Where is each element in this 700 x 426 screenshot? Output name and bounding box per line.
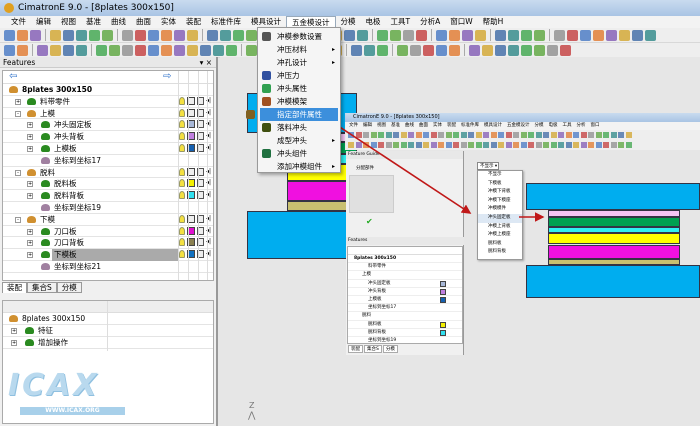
menu-item-1[interactable]: 冲压材料 ▸ bbox=[258, 43, 340, 56]
submenu-arrow-icon: ▸ bbox=[331, 137, 335, 144]
menu-item-label: 指定部件属性 bbox=[277, 110, 322, 119]
menu-item-0[interactable]: 冲模参数设置 bbox=[258, 30, 340, 43]
submenu-arrow-icon: ▸ bbox=[331, 163, 335, 170]
punch-icon bbox=[262, 84, 271, 93]
menu-item-8[interactable]: 成型冲头 ▸ bbox=[258, 134, 340, 147]
menu-item-label: 冲模模架 bbox=[277, 97, 307, 106]
menu-item-2[interactable]: 冲孔设计 ▸ bbox=[258, 56, 340, 69]
moldbase-icon bbox=[262, 97, 271, 106]
menu-item-10[interactable]: 添加冲模组件 ▸ bbox=[258, 160, 340, 173]
menu-item-label: 成型冲头 bbox=[277, 136, 307, 145]
menu-item-label: 冲压材料 bbox=[277, 45, 307, 54]
submenu-arrow-icon: ▸ bbox=[331, 46, 335, 53]
menu-item-7[interactable]: 落料冲头 bbox=[258, 121, 340, 134]
menu-item-label: 落料冲头 bbox=[277, 123, 307, 132]
menu-item-label: 冲头组件 bbox=[277, 149, 307, 158]
menu-item-9[interactable]: 冲头组件 bbox=[258, 147, 340, 160]
annotation-arrows bbox=[319, 113, 545, 222]
watermark-url: WWW.ICAX.ORG bbox=[20, 407, 125, 415]
menu-item-label: 冲模参数设置 bbox=[277, 32, 322, 41]
arrow-menu-to-option bbox=[319, 113, 472, 214]
menu-item-4[interactable]: 冲头属性 bbox=[258, 82, 340, 95]
punch-assembly-icon bbox=[262, 149, 271, 158]
watermark-logo: ICAX bbox=[8, 368, 100, 403]
menu-item-label: 冲孔设计 bbox=[277, 58, 307, 67]
menu-item-label: 冲压力 bbox=[277, 71, 300, 80]
menu-item-3[interactable]: 冲压力 bbox=[258, 69, 340, 82]
menu-item-label: 添加冲模组件 bbox=[277, 162, 322, 171]
stamping-design-menu: 冲模参数设置 冲压材料 ▸ 冲孔设计 ▸ 冲压力冲头属性冲模模架指定部件属性 落料冲头成型冲… bbox=[246, 27, 341, 173]
assign-icon bbox=[246, 110, 255, 119]
menu-item-5[interactable]: 冲模模架 bbox=[258, 95, 340, 108]
menu-item-label: 冲头属性 bbox=[277, 84, 307, 93]
menu-item-6[interactable]: 指定部件属性 bbox=[246, 108, 338, 121]
force-icon bbox=[262, 71, 271, 80]
submenu-arrow-icon: ▸ bbox=[331, 59, 335, 66]
blank-icon bbox=[262, 123, 271, 132]
settings-icon bbox=[262, 32, 271, 41]
